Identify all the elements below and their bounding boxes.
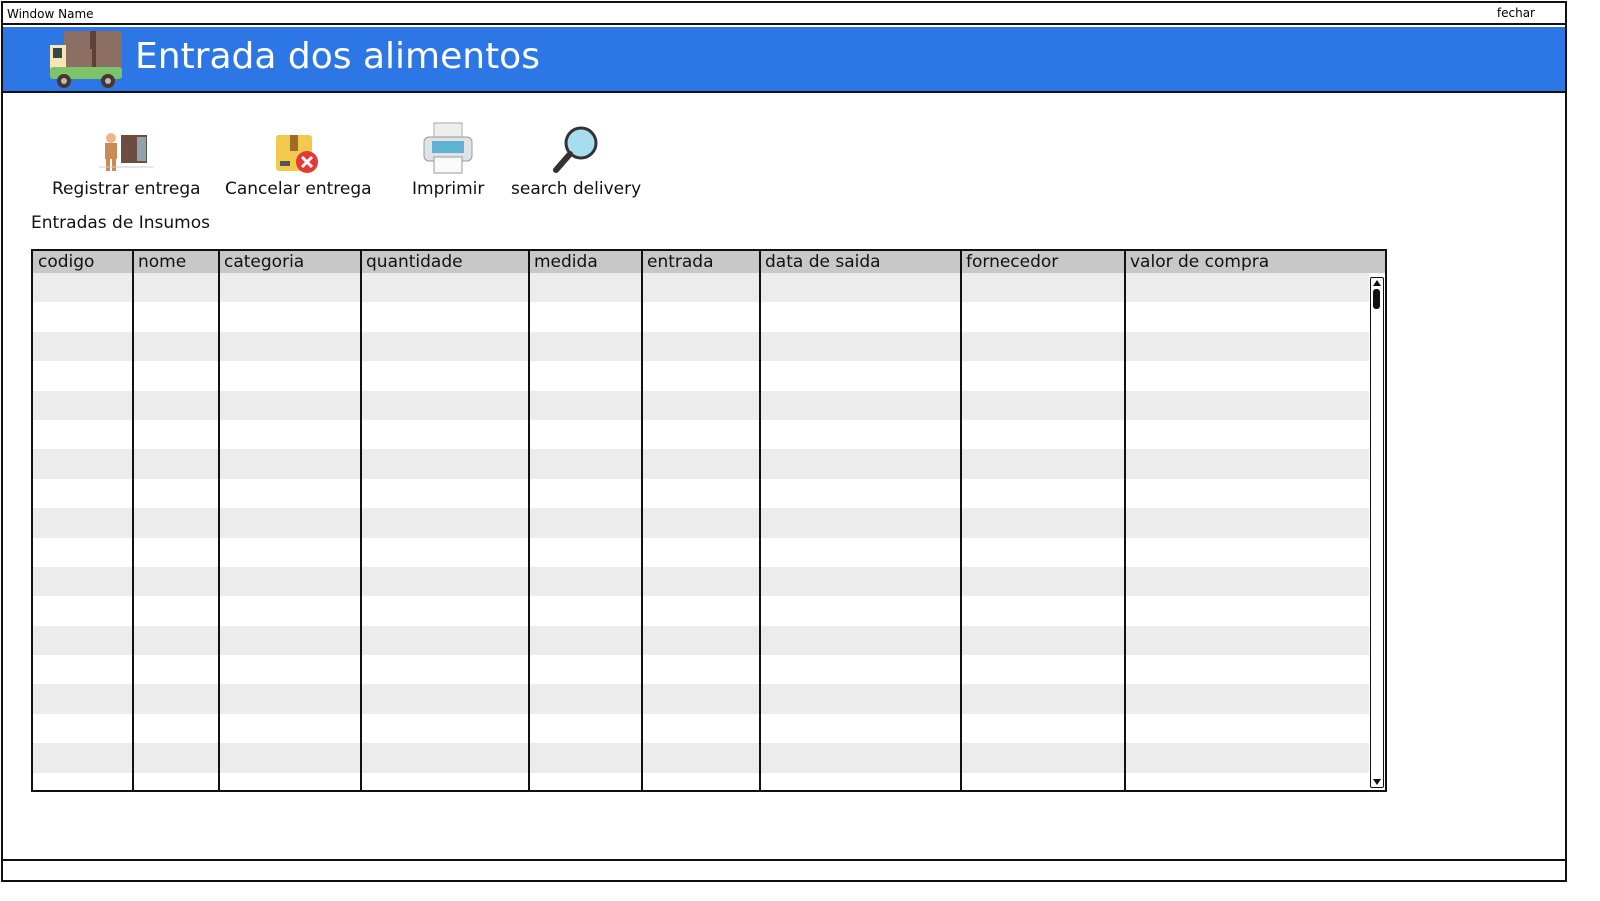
search-delivery-button[interactable]: search delivery: [511, 121, 641, 199]
table-row[interactable]: [33, 596, 1369, 625]
magnifier-icon: [553, 126, 598, 173]
table-row[interactable]: [33, 302, 1369, 331]
table-row[interactable]: [33, 273, 1369, 303]
table-row[interactable]: [33, 743, 1369, 773]
table-row[interactable]: [33, 773, 1369, 790]
column-divider: [641, 251, 643, 790]
scroll-down-arrow-icon[interactable]: [1373, 779, 1381, 785]
column-divider: [759, 251, 761, 790]
cancel-delivery-button[interactable]: Cancelar entrega: [225, 121, 372, 199]
table-row[interactable]: [33, 684, 1369, 714]
page-title: Entrada dos alimentos: [135, 36, 540, 77]
column-divider: [360, 251, 362, 790]
scroll-up-arrow-icon[interactable]: [1373, 280, 1381, 286]
column-header[interactable]: nome: [133, 251, 186, 273]
column-divider: [960, 251, 962, 790]
column-divider: [218, 251, 220, 790]
page-header: Entrada dos alimentos: [3, 27, 1565, 93]
column-divider: [1124, 251, 1126, 790]
column-divider: [132, 251, 134, 790]
cancel-package-icon: [276, 135, 319, 173]
table-row[interactable]: [33, 538, 1369, 567]
cancel-delivery-label: Cancelar entrega: [225, 179, 372, 199]
app-window: Window Name fechar Entrada dos alimentos…: [1, 1, 1567, 882]
register-delivery-label: Registrar entrega: [52, 179, 201, 199]
data-table[interactable]: codigo nome categoria quantidade medida entra…: [31, 249, 1387, 792]
print-button[interactable]: Imprimir: [412, 121, 484, 199]
delivery-man-icon: [99, 133, 154, 171]
column-header[interactable]: quantidade: [361, 251, 463, 273]
table-row[interactable]: [33, 390, 1369, 420]
scroll-thumb[interactable]: [1373, 289, 1380, 309]
search-delivery-label: search delivery: [511, 179, 642, 199]
table-row[interactable]: [33, 331, 1369, 362]
table-row[interactable]: [33, 508, 1369, 538]
print-label: Imprimir: [412, 179, 485, 199]
truck-icon: [50, 31, 122, 88]
column-header[interactable]: fornecedor: [961, 251, 1058, 273]
window-title: Window Name: [7, 7, 94, 21]
table-row[interactable]: [33, 566, 1369, 597]
column-divider: [528, 251, 530, 790]
table-row[interactable]: [33, 361, 1369, 390]
status-bar-divider: [3, 859, 1565, 861]
register-delivery-button[interactable]: Registrar entrega: [52, 121, 201, 199]
vertical-scrollbar[interactable]: [1370, 277, 1384, 788]
table-header: codigo nome categoria quantidade medida entra…: [33, 251, 1385, 273]
section-title: Entradas de Insumos: [31, 213, 210, 233]
column-header[interactable]: data de saida: [760, 251, 881, 273]
printer-icon: [423, 122, 473, 174]
table-row[interactable]: [33, 655, 1369, 684]
column-header[interactable]: valor de compra: [1125, 251, 1269, 273]
column-header[interactable]: medida: [529, 251, 598, 273]
close-button[interactable]: fechar: [1497, 6, 1535, 20]
table-row[interactable]: [33, 714, 1369, 743]
column-header[interactable]: entrada: [642, 251, 714, 273]
column-header[interactable]: codigo: [33, 251, 94, 273]
table-row[interactable]: [33, 479, 1369, 508]
table-body: [33, 273, 1369, 790]
table-row[interactable]: [33, 420, 1369, 449]
table-row[interactable]: [33, 625, 1369, 656]
table-row[interactable]: [33, 449, 1369, 479]
column-header[interactable]: categoria: [219, 251, 304, 273]
title-bar: Window Name fechar: [3, 3, 1565, 25]
